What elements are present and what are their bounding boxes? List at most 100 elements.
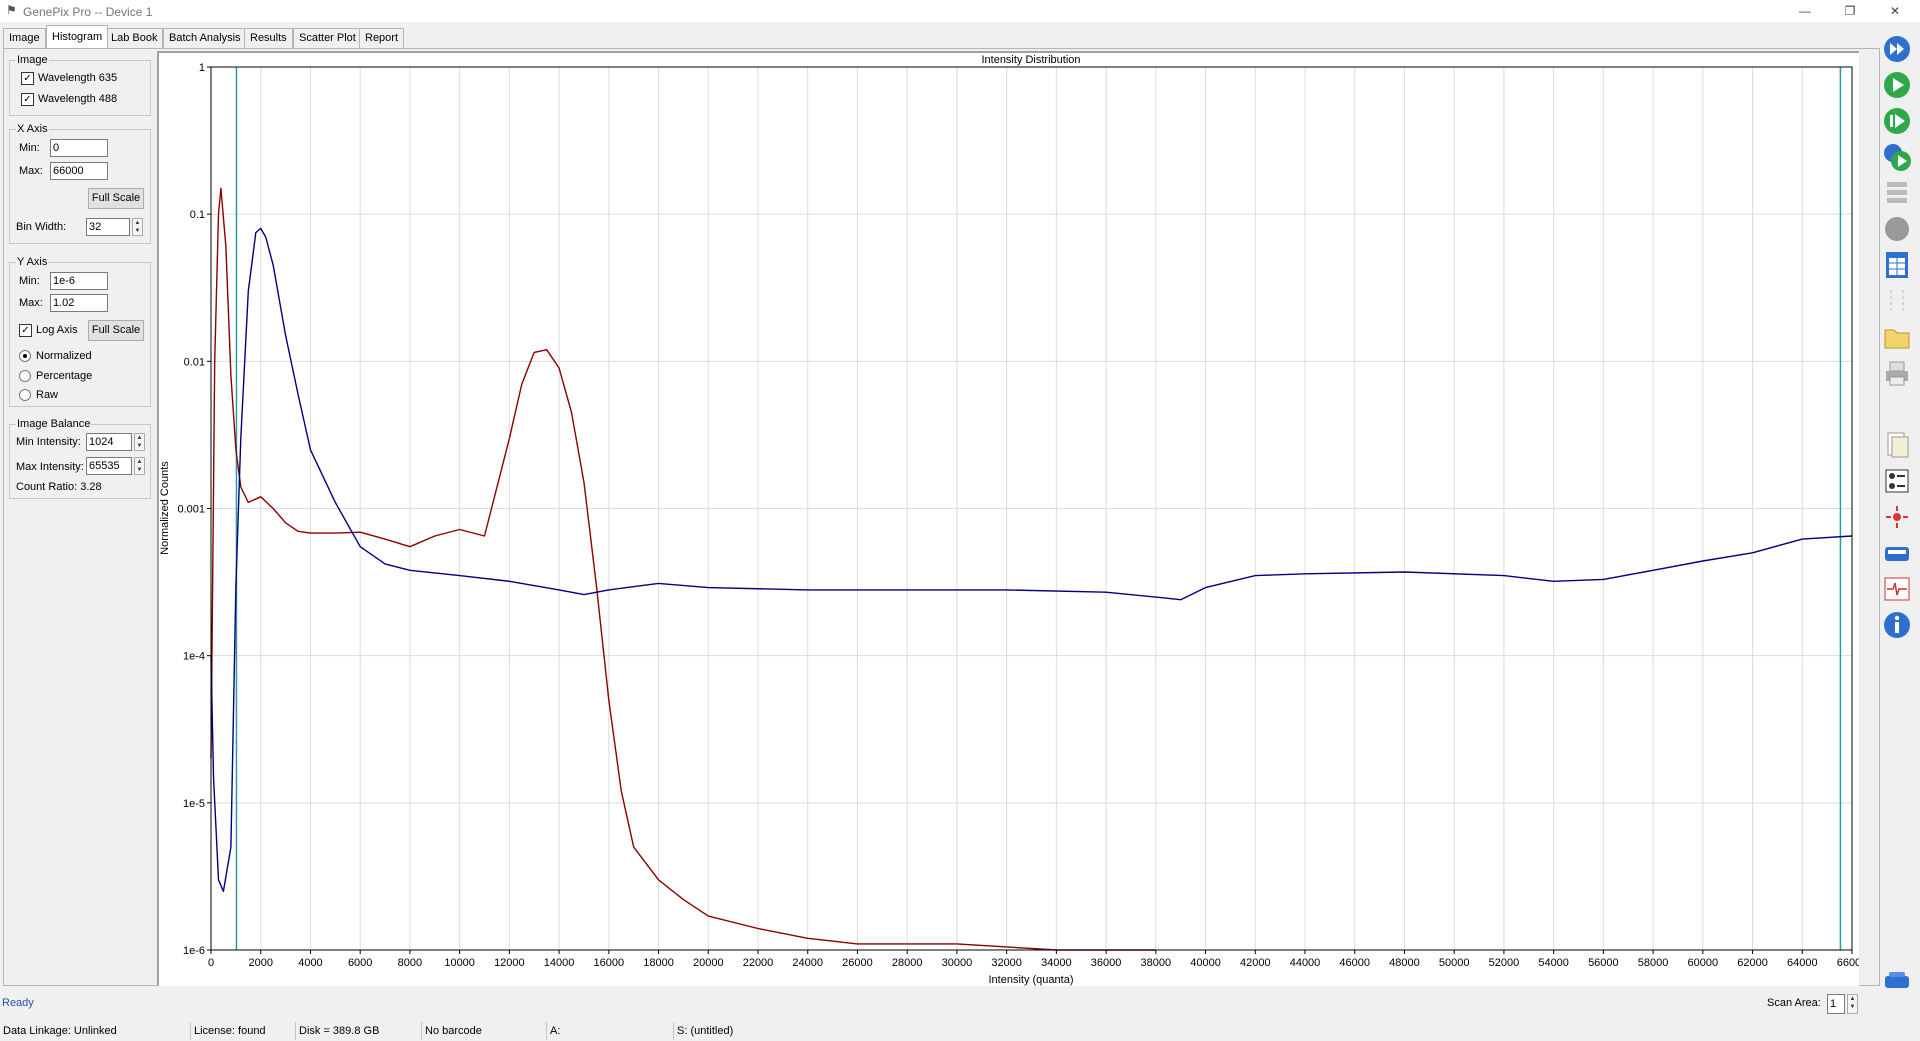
close-button[interactable]: ✕ <box>1872 0 1918 22</box>
tab-lab-book[interactable]: Lab Book <box>105 28 164 48</box>
x-tick-label: 38000 <box>1141 957 1172 969</box>
y-tick-label: 0.001 <box>177 504 205 516</box>
laser-icon[interactable] <box>1881 501 1913 533</box>
x-tick-label: 14000 <box>544 957 575 969</box>
x-max-input[interactable] <box>50 162 108 180</box>
bin-width-stepper[interactable]: ▲ ▼ <box>132 218 143 236</box>
x-tick-label: 50000 <box>1439 957 1470 969</box>
x-axis-group-title: X Axis <box>16 123 49 135</box>
fast-forward-icon[interactable] <box>1881 33 1913 65</box>
x-tick-label: 52000 <box>1489 957 1520 969</box>
bin-width-input[interactable] <box>86 218 130 236</box>
batch-play-icon[interactable] <box>1881 141 1913 173</box>
tab-scatter-plot[interactable]: Scatter Plot <box>293 28 362 48</box>
max-intensity-label: Max Intensity: <box>16 461 84 473</box>
x-tick-label: 2000 <box>248 957 272 969</box>
y-max-label: Max: <box>19 297 43 309</box>
y-full-scale-button[interactable]: Full Scale <box>88 320 144 341</box>
tab-histogram[interactable]: Histogram <box>46 25 109 48</box>
scanner-icon[interactable] <box>1881 537 1913 569</box>
x-tick-label: 18000 <box>643 957 674 969</box>
stack-icon[interactable] <box>1881 177 1913 209</box>
x-tick-label: 12000 <box>494 957 525 969</box>
image-group: Image ✓ Wavelength 635 ✓ Wavelength 488 <box>9 54 151 116</box>
scan-file-status: S: (untitled) <box>677 1025 734 1037</box>
x-max-label: Max: <box>19 165 43 177</box>
step-play-icon[interactable] <box>1881 105 1913 137</box>
x-tick-label: 36000 <box>1091 957 1122 969</box>
y-max-input[interactable] <box>50 294 108 312</box>
data-linkage-status: Data Linkage: Unlinked <box>0 1022 191 1040</box>
log-axis-checkbox[interactable]: ✓ <box>19 324 32 337</box>
min-intensity-input[interactable] <box>86 433 132 451</box>
x-min-input[interactable] <box>50 139 108 157</box>
x-tick-label: 62000 <box>1737 957 1768 969</box>
wavelength-635-checkbox[interactable]: ✓ <box>21 72 34 85</box>
y-axis-group: Y Axis Min: Max: ✓ Log Axis Full Scale N… <box>9 256 151 407</box>
play-icon[interactable] <box>1881 69 1913 101</box>
tab-batch-analysis[interactable]: Batch Analysis <box>163 28 247 48</box>
raw-radio[interactable] <box>19 389 31 401</box>
y-min-label: Min: <box>19 275 40 287</box>
wavelength-635-label: Wavelength 635 <box>38 72 118 84</box>
y-tick-label: 1e-6 <box>183 945 205 957</box>
x-tick-label: 66000 <box>1837 957 1859 969</box>
dashed-line-icon[interactable] <box>1881 285 1913 317</box>
wavelength-488-checkbox[interactable]: ✓ <box>21 93 34 106</box>
signal-icon[interactable] <box>1881 573 1913 605</box>
x-tick-label: 8000 <box>398 957 422 969</box>
x-tick-label: 24000 <box>792 957 823 969</box>
x-tick-label: 30000 <box>942 957 973 969</box>
document-icon[interactable] <box>1881 429 1913 461</box>
max-intensity-input[interactable] <box>86 457 132 475</box>
blank-icon[interactable] <box>1881 393 1913 425</box>
x-axis-label: Intensity (quanta) <box>989 974 1074 986</box>
image-balance-group: Image Balance Min Intensity: ▲▼ Max Inte… <box>9 418 151 499</box>
x-full-scale-button[interactable]: Full Scale <box>88 188 144 209</box>
x-tick-label: 0 <box>208 957 214 969</box>
x-tick-label: 28000 <box>892 957 923 969</box>
x-tick-label: 20000 <box>693 957 724 969</box>
percentage-label: Percentage <box>36 370 93 382</box>
x-tick-label: 16000 <box>594 957 625 969</box>
x-tick-label: 22000 <box>743 957 774 969</box>
x-tick-label: 56000 <box>1588 957 1619 969</box>
y-tick-label: 1e-5 <box>183 798 205 810</box>
print-icon[interactable] <box>1881 357 1913 389</box>
y-tick-label: 0.01 <box>184 356 205 368</box>
window-title: GenePix Pro -- Device 1 <box>23 5 153 19</box>
x-min-label: Min: <box>19 142 40 154</box>
intensity-histogram-chart: 0 2000 4000 6000 8000 10000 12000 14000 16000 180… <box>159 54 1859 986</box>
app-logo-icon: ⚑ <box>6 3 17 17</box>
license-status: License: found <box>191 1022 296 1040</box>
folder-icon[interactable] <box>1881 321 1913 353</box>
y-min-input[interactable] <box>50 272 108 290</box>
raw-label: Raw <box>36 389 59 401</box>
scan-area-label: Scan Area: <box>1767 997 1821 1009</box>
bin-width-label: Bin Width: <box>16 221 67 233</box>
settings-list-icon[interactable] <box>1881 465 1913 497</box>
x-tick-label: 48000 <box>1389 957 1420 969</box>
x-tick-label: 40000 <box>1190 957 1221 969</box>
minimize-button[interactable]: — <box>1782 0 1828 22</box>
scan-area-stepper[interactable]: ▲ ▼ <box>1847 994 1858 1014</box>
normalized-radio[interactable] <box>19 350 31 362</box>
title-bar: ⚑ GenePix Pro -- Device 1 — ❐ ✕ <box>0 0 1920 22</box>
info-icon[interactable] <box>1881 609 1913 641</box>
circle-icon[interactable] <box>1881 213 1913 245</box>
scan-area-input[interactable] <box>1827 994 1845 1014</box>
restore-button[interactable]: ❐ <box>1827 0 1873 22</box>
max-intensity-stepper[interactable]: ▲ ▼ <box>134 457 145 475</box>
y-tick-label: 1 <box>199 62 205 74</box>
tab-report[interactable]: Report <box>359 28 405 48</box>
status-bar: Data Linkage: Unlinked License: found Di… <box>0 1021 1920 1041</box>
image-balance-group-title: Image Balance <box>16 418 92 430</box>
percentage-radio[interactable] <box>19 370 31 382</box>
data-grid-icon[interactable] <box>1881 249 1913 281</box>
drive-a-status: A: <box>547 1022 674 1040</box>
tab-results[interactable]: Results <box>244 28 293 48</box>
status-line: Ready Scan Area: ▲▼ <box>0 990 1920 1020</box>
min-intensity-stepper[interactable]: ▲ ▼ <box>134 433 145 451</box>
tab-image[interactable]: Image <box>3 28 46 48</box>
x-tick-label: 4000 <box>298 957 322 969</box>
